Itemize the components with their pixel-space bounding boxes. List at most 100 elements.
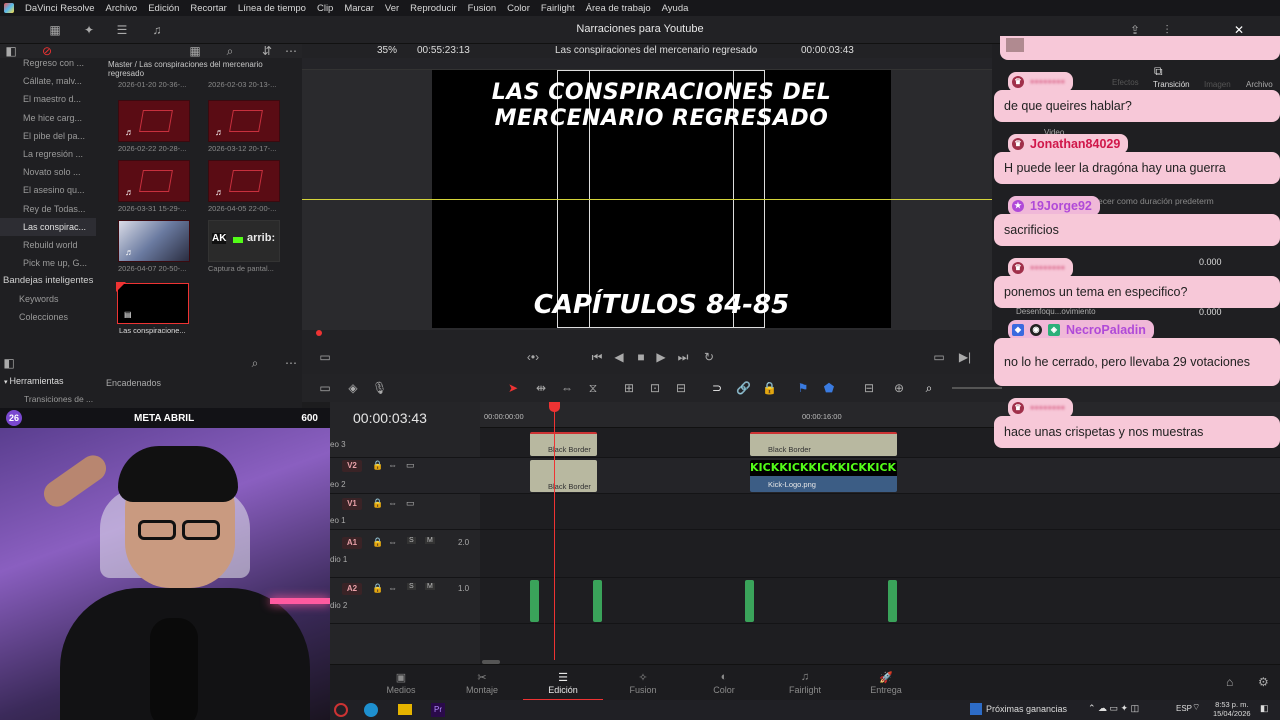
replace-icon[interactable]: ⊟	[674, 381, 688, 395]
match-frame-icon[interactable]: ▭	[932, 350, 946, 364]
track-tag-a2[interactable]: A2	[342, 583, 362, 595]
menu-reproducir[interactable]: Reproducir	[410, 3, 456, 14]
zoom-detail-icon[interactable]: ⊕	[892, 381, 906, 395]
inspector-value[interactable]: 0.000	[1199, 307, 1222, 317]
menu-archivo[interactable]: Archivo	[106, 3, 138, 14]
bin-item[interactable]: Pick me up, G...	[0, 254, 96, 272]
jog-icon[interactable]: ‹•›	[526, 350, 540, 364]
audio-clip[interactable]	[593, 580, 602, 622]
tab-archivo[interactable]: Archivo	[1246, 80, 1273, 89]
menu-recortar[interactable]: Recortar	[190, 3, 226, 14]
viewer-zoom[interactable]: 35%	[377, 45, 397, 56]
blade-tool-icon[interactable]: ⧖	[586, 381, 600, 395]
flag-icon[interactable]: ⚑	[796, 381, 810, 395]
folder-taskbar-icon[interactable]	[398, 704, 412, 715]
page-edicion[interactable]: ☰ Edición	[523, 671, 603, 701]
page-fusion[interactable]: ✧ Fusion	[603, 671, 683, 695]
microphone-icon[interactable]: 🎙	[372, 381, 387, 395]
stop-icon[interactable]: ■	[634, 350, 648, 364]
bin-item-active[interactable]: Las conspirac...	[0, 217, 96, 236]
tray-icons[interactable]: ⌃ ☁ ▭ ✦ ◫	[1088, 703, 1139, 714]
search-icon[interactable]: ⌕	[248, 356, 262, 370]
clip-thumbnail[interactable]: ♬	[208, 160, 280, 202]
trim-tool-icon[interactable]: ⇹	[534, 381, 548, 395]
tab-herramientas[interactable]: ▾ Herramientas	[4, 376, 64, 386]
tab-imagen[interactable]: Imagen	[1204, 80, 1231, 89]
clip-thumbnail-video[interactable]: ♬	[118, 220, 190, 262]
solo-button[interactable]: S	[407, 537, 416, 544]
marker-icon[interactable]: ⬟	[822, 381, 836, 395]
premiere-taskbar-icon[interactable]: Pr	[431, 703, 445, 717]
clip-thumbnail[interactable]: ♬	[208, 100, 280, 142]
language-indicator[interactable]: ESP	[1176, 704, 1192, 713]
edge-taskbar-icon[interactable]	[364, 703, 378, 717]
insert-icon[interactable]: ⊞	[622, 381, 636, 395]
dynamic-trim-icon[interactable]: ⇔	[560, 381, 574, 395]
smart-bin-colecciones[interactable]: Colecciones	[0, 308, 100, 326]
playhead[interactable]	[554, 404, 555, 660]
sort-icon[interactable]: ⇵	[260, 44, 274, 58]
audio-clip[interactable]	[888, 580, 897, 622]
resolve-taskbar-icon[interactable]	[334, 703, 348, 717]
search-icon[interactable]: ⌕	[223, 44, 237, 58]
audio-clip[interactable]	[745, 580, 754, 622]
clip-thumbnail[interactable]: ♬	[118, 100, 190, 142]
track-tag-v2[interactable]: V2	[342, 460, 362, 472]
menu-area-de-trabajo[interactable]: Área de trabajo	[586, 3, 651, 14]
page-montaje[interactable]: ✂ Montaje	[442, 671, 522, 695]
menu-fusion[interactable]: Fusion	[468, 3, 497, 14]
page-medios[interactable]: ▣ Medios	[361, 671, 441, 695]
timeline-thumbnail[interactable]: ▤	[116, 282, 189, 324]
lock-icon[interactable]: 🔒	[372, 498, 383, 509]
link-icon[interactable]: 🔗	[736, 381, 751, 395]
track-tag-a1[interactable]: A1	[342, 537, 362, 549]
grid-view-icon[interactable]: ▦	[188, 44, 202, 58]
bin-item[interactable]: El maestro d...	[0, 90, 96, 108]
timeline-clip-black-border[interactable]: Black Border	[750, 432, 897, 456]
mute-button[interactable]: M	[425, 537, 435, 544]
menu-clip[interactable]: Clip	[317, 3, 333, 14]
home-icon[interactable]: ⌂	[1226, 675, 1233, 689]
bin-item[interactable]: Regreso con ...	[0, 54, 96, 72]
bin-item[interactable]: El asesino qu...	[0, 181, 96, 199]
fx-icon[interactable]: ◈	[346, 381, 360, 395]
tab-transicion[interactable]: Transición	[1153, 80, 1190, 89]
close-icon[interactable]: ✕	[1232, 23, 1246, 37]
bin-item[interactable]: Rey de Todas...	[0, 200, 96, 218]
selection-tool-icon[interactable]: ➤	[506, 381, 520, 395]
go-to-end-icon[interactable]: ⏭	[676, 350, 690, 364]
page-color[interactable]: ◐ Color	[684, 671, 764, 695]
lock-icon[interactable]: 🔒	[762, 381, 777, 395]
auto-select-icon[interactable]: ⇔	[388, 460, 397, 470]
playhead-handle[interactable]	[549, 402, 560, 412]
export-icon[interactable]: ⇪	[1128, 23, 1142, 37]
timeline-name[interactable]: Las conspiraciones del mercenario regres…	[555, 45, 757, 56]
menu-marcar[interactable]: Marcar	[344, 3, 374, 14]
bin-item[interactable]: La regresión ...	[0, 145, 96, 163]
mute-button[interactable]: M	[425, 583, 435, 590]
timeline-clip-black-border[interactable]: Black Border	[530, 460, 597, 492]
zoom-slider[interactable]	[952, 387, 1002, 389]
tab-efectos[interactable]: Efectos	[1112, 78, 1139, 87]
menu-fairlight[interactable]: Fairlight	[541, 3, 575, 14]
viewer-scrubber[interactable]	[302, 330, 992, 340]
zoom-custom-icon[interactable]: ⌕	[922, 381, 936, 395]
smart-bin-keywords[interactable]: Keywords	[0, 290, 100, 308]
menu-edicion[interactable]: Edición	[148, 3, 179, 14]
page-entrega[interactable]: 🚀 Entrega	[846, 671, 926, 695]
lock-icon[interactable]: 🔒	[372, 460, 383, 471]
go-to-start-icon[interactable]: ⏮	[590, 350, 604, 364]
notification-icon[interactable]: ◧	[1260, 703, 1269, 714]
play-reverse-icon[interactable]: ◀	[612, 350, 626, 364]
bin-item[interactable]: El pibe del pa...	[0, 127, 96, 145]
next-edit-icon[interactable]: ▶|	[958, 350, 972, 364]
auto-select-icon[interactable]: ⇔	[388, 498, 397, 508]
loop-icon[interactable]: ↻	[702, 350, 716, 364]
track-visibility-icon[interactable]: ▭	[406, 460, 415, 471]
bin-item[interactable]: Rebuild world	[0, 236, 96, 254]
scrubber-handle[interactable]	[316, 330, 322, 336]
sound-library-icon[interactable]: ♫	[150, 23, 164, 37]
timeline-clip-kick-logo[interactable]: KICKKICKKICKKICKKICKKICK Kick-Logo.png	[750, 460, 897, 492]
zoom-full-icon[interactable]: ⊟	[862, 381, 876, 395]
more-icon[interactable]: ⋯	[284, 356, 298, 370]
